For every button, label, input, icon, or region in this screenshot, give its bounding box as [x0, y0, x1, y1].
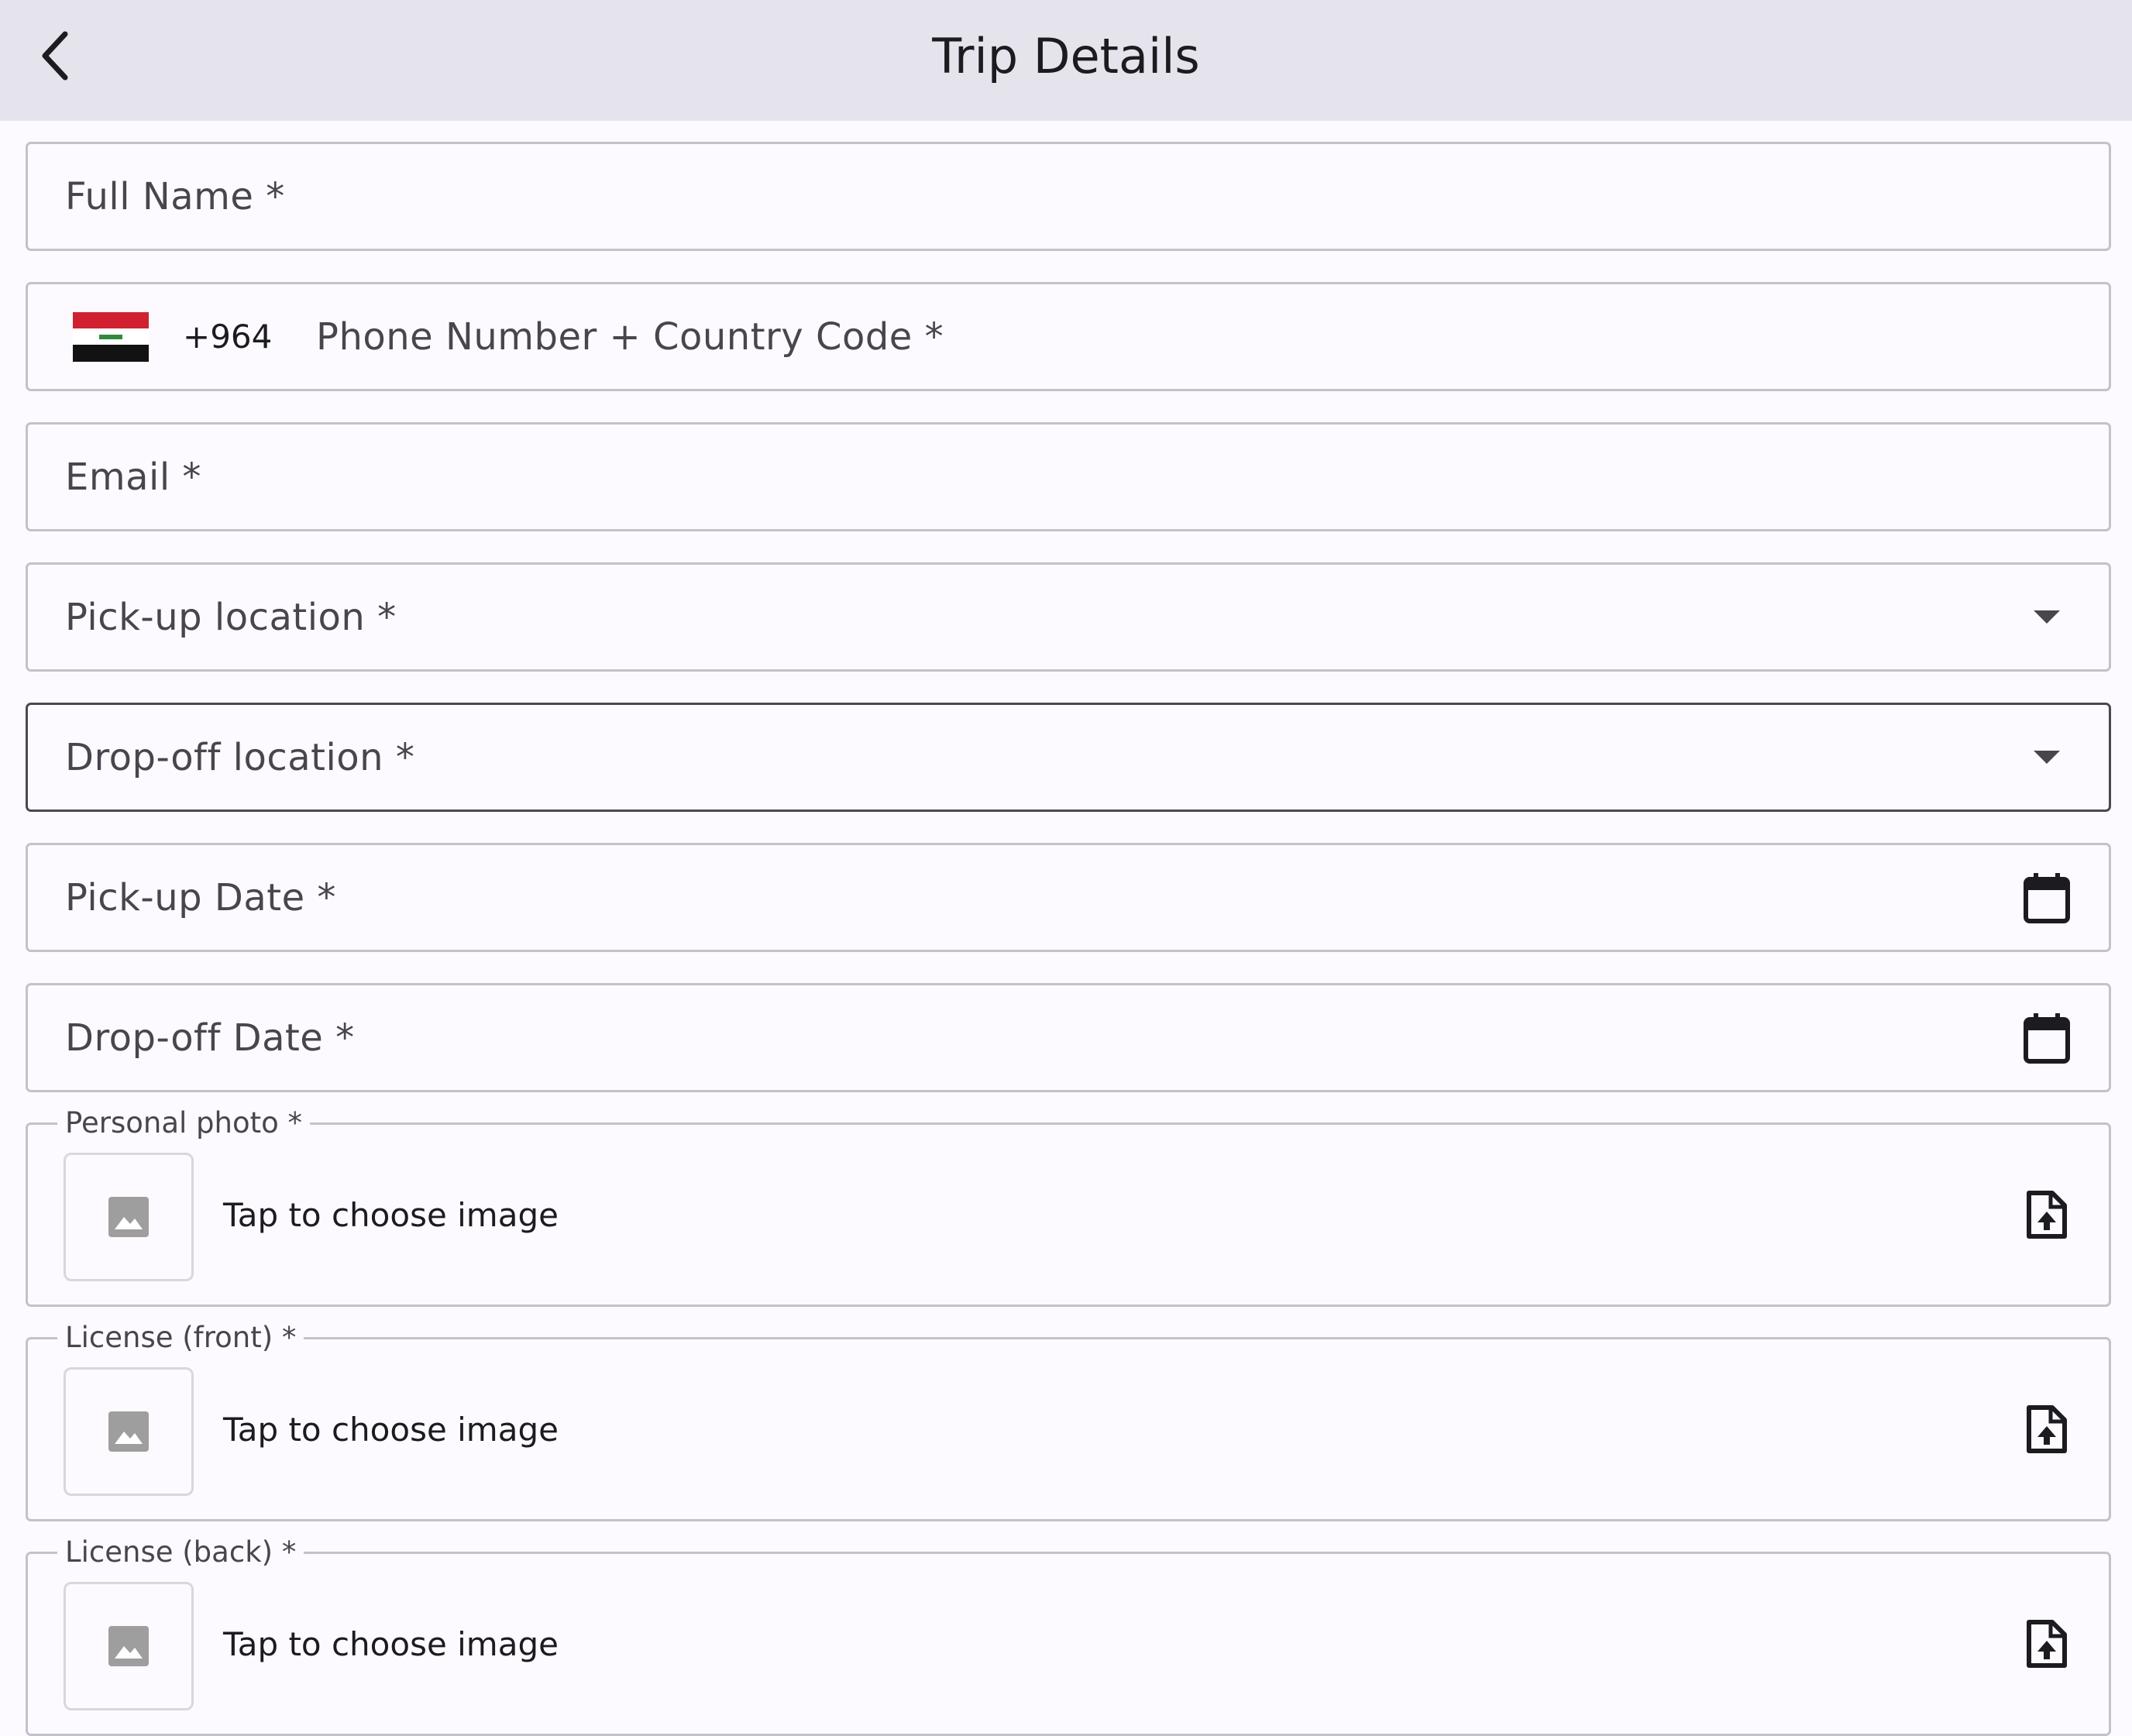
calendar-icon[interactable]	[2020, 985, 2073, 1090]
phone-label: Phone Number + Country Code *	[316, 315, 944, 359]
calendar-icon[interactable]	[2020, 845, 2073, 950]
personal-photo-upload[interactable]: Personal photo * Tap to choose image	[26, 1105, 2111, 1307]
file-upload-icon[interactable]	[2019, 1554, 2075, 1734]
app-bar: Trip Details	[0, 0, 2132, 121]
choose-image-text[interactable]: Tap to choose image	[223, 1125, 559, 1305]
dropoff-date-field[interactable]: Drop-off Date *	[26, 983, 2111, 1092]
email-label: Email *	[65, 455, 201, 499]
pickup-location-label: Pick-up location *	[65, 595, 397, 639]
phone-field[interactable]: +964 Phone Number + Country Code *	[26, 282, 2111, 391]
image-placeholder-icon	[108, 1197, 149, 1237]
choose-image-text[interactable]: Tap to choose image	[223, 1339, 559, 1519]
page-title: Trip Details	[932, 28, 1200, 84]
image-thumbnail[interactable]	[64, 1153, 194, 1281]
file-upload-icon[interactable]	[2019, 1125, 2075, 1305]
image-thumbnail[interactable]	[64, 1582, 194, 1710]
iraq-flag-icon[interactable]	[73, 312, 149, 362]
dropdown-arrow-icon[interactable]	[2020, 705, 2073, 810]
license-front-upload[interactable]: License (front) * Tap to choose image	[26, 1319, 2111, 1521]
pickup-date-label: Pick-up Date *	[65, 875, 336, 920]
image-thumbnail[interactable]	[64, 1367, 194, 1496]
image-placeholder-icon	[108, 1411, 149, 1452]
license-back-upload[interactable]: License (back) * Tap to choose image	[26, 1534, 2111, 1736]
dropoff-location-select[interactable]: Drop-off location *	[26, 703, 2111, 812]
full-name-field[interactable]: Full Name *	[26, 142, 2111, 251]
file-upload-icon[interactable]	[2019, 1339, 2075, 1519]
pickup-location-select[interactable]: Pick-up location *	[26, 562, 2111, 672]
email-field[interactable]: Email *	[26, 422, 2111, 531]
dropdown-arrow-icon[interactable]	[2020, 565, 2073, 669]
pickup-date-field[interactable]: Pick-up Date *	[26, 843, 2111, 952]
image-placeholder-icon	[108, 1626, 149, 1666]
full-name-label: Full Name *	[65, 174, 285, 218]
country-code[interactable]: +964	[183, 284, 272, 389]
dropoff-location-label: Drop-off location *	[65, 735, 415, 779]
choose-image-text[interactable]: Tap to choose image	[223, 1554, 559, 1734]
dropoff-date-label: Drop-off Date *	[65, 1016, 355, 1060]
